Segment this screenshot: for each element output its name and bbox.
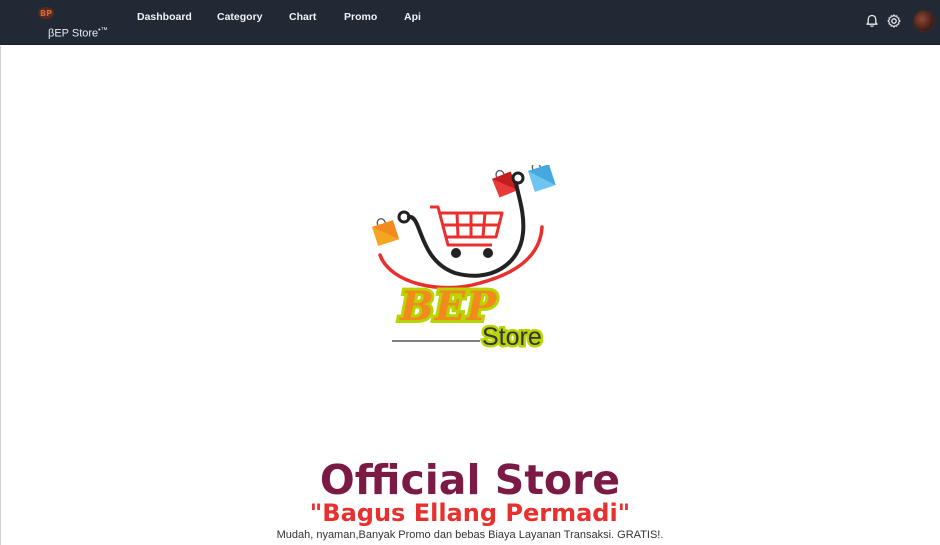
nav-category[interactable]: Category (217, 11, 263, 23)
nav-dashboard[interactable]: Dashboard (137, 11, 192, 23)
top-navbar: BP βEP Store•™ Dashboard Category Chart … (0, 0, 940, 45)
brand[interactable]: BP βEP Store•™ (34, 5, 124, 41)
brand-name: βEP Store•™ (48, 27, 108, 40)
store-logo: BEP Store (360, 162, 570, 360)
logo-wordmark: BEP Store (397, 280, 570, 358)
page-description: Mudah, nyaman,Banyak Promo dan bebas Bia… (276, 529, 664, 541)
nav-chart[interactable]: Chart (289, 11, 316, 23)
bell-icon[interactable] (864, 13, 880, 29)
page-subtitle: "Bagus Ellang Permadi" (309, 499, 631, 527)
nav-promo[interactable]: Promo (344, 11, 377, 23)
navbar-actions (830, 0, 940, 45)
nav-api[interactable]: Api (404, 11, 421, 23)
svg-text:BP: BP (40, 9, 52, 18)
page-title: Official Store (319, 456, 621, 504)
brand-logo-icon: BP (38, 7, 54, 19)
avatar[interactable] (913, 10, 935, 32)
logo-store-text: Store (480, 321, 545, 354)
gear-icon[interactable] (886, 13, 902, 29)
